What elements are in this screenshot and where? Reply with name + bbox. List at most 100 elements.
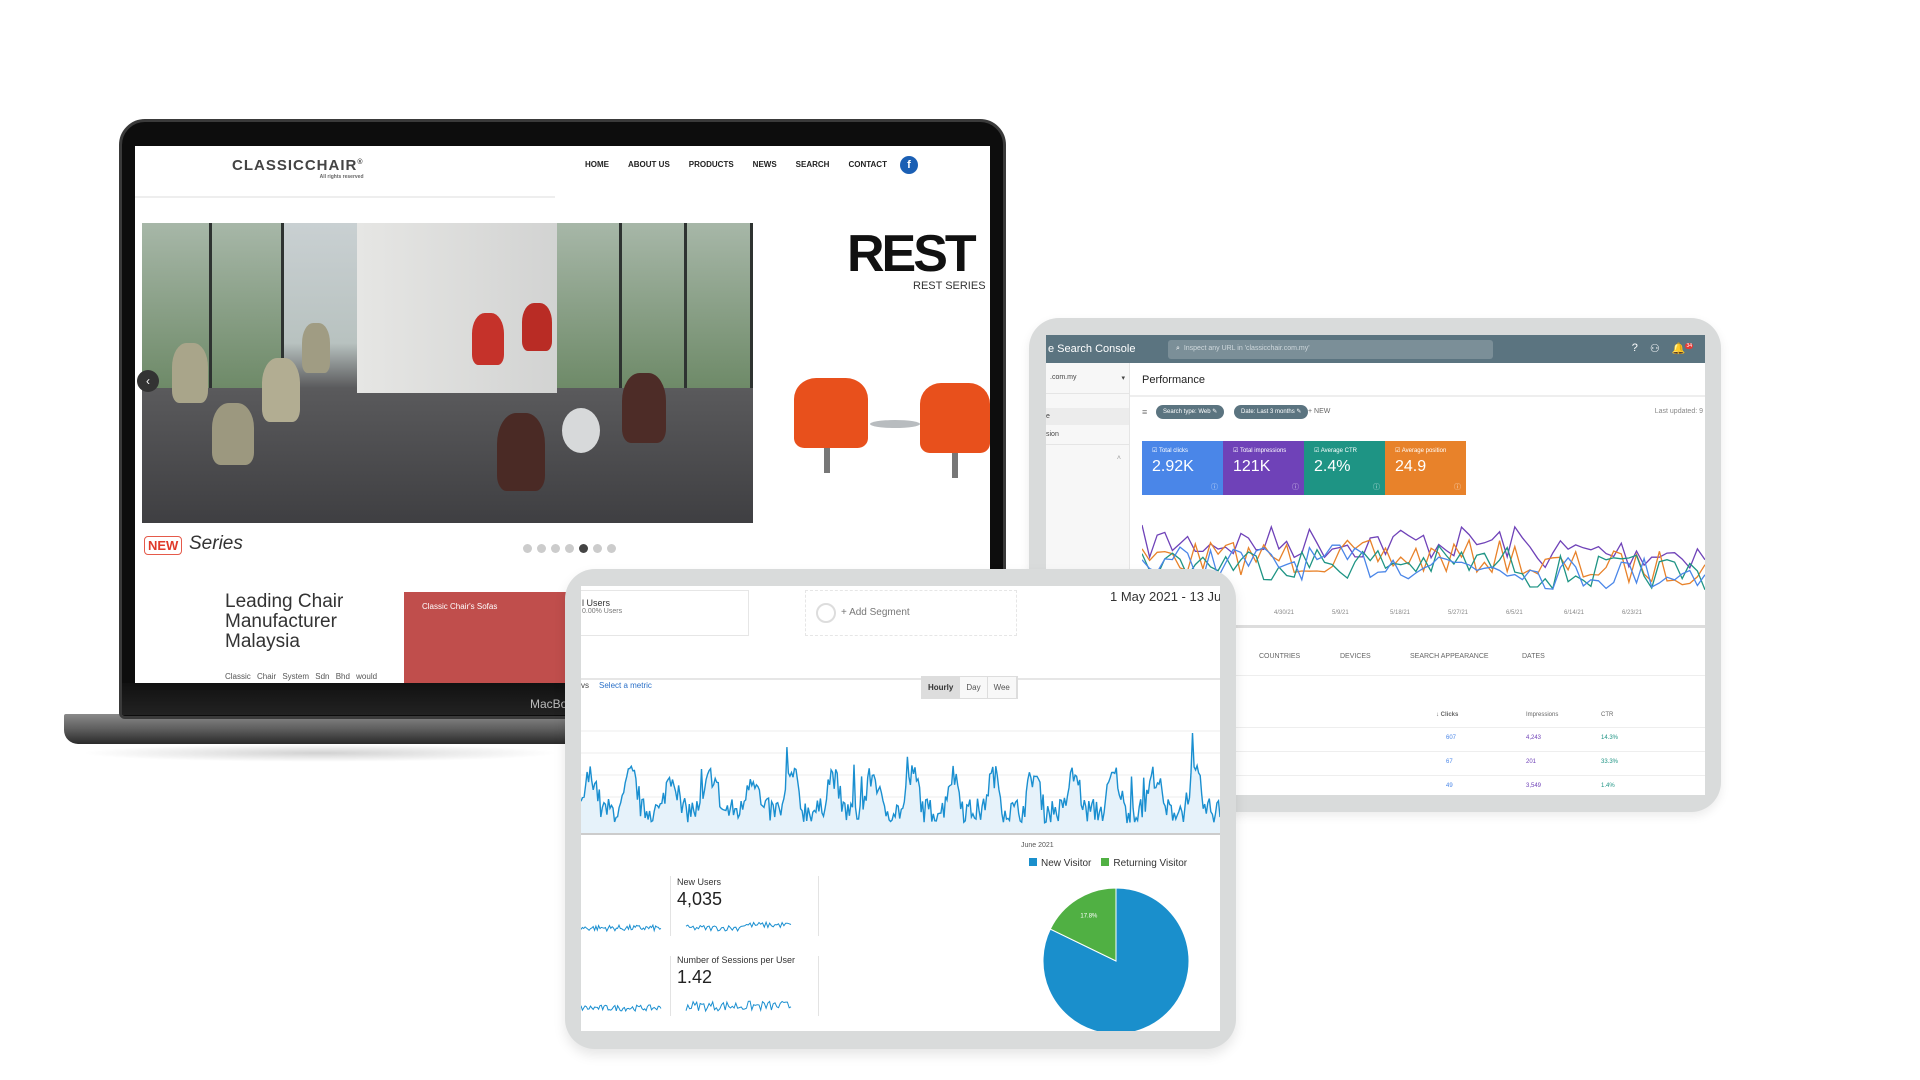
legend-new-visitor: New Visitor [1029,858,1091,869]
promo-label: Classic Chair's Sofas [422,602,498,611]
slider-dot[interactable] [579,544,588,553]
filter-icon[interactable]: ≡ [1142,407,1147,417]
metric-value: 24.9 [1395,458,1427,475]
x-tick-label: 4/30/21 [1274,610,1295,616]
help-icon: ⓘ [1454,484,1461,491]
nav-home[interactable]: HOME [585,160,609,169]
slider-dot[interactable] [565,544,574,553]
nav-products[interactable]: PRODUCTS [689,160,734,169]
row-clicks: 67 [1446,759,1453,765]
vs-label: vs [581,681,589,690]
day-button[interactable]: Day [960,677,988,698]
date-range-picker[interactable]: 1 May 2021 - 13 Jun [1110,589,1220,604]
x-axis-label: June 2021 [1021,842,1054,849]
col-clicks[interactable]: ↓ Clicks [1436,712,1458,718]
sofas-promo[interactable]: Classic Chair's Sofas [404,592,566,683]
gsc-topbar: e Search Console ⌕ Inspect any URL in 'c… [1046,335,1705,363]
search-icon: ⌕ [1176,345,1182,352]
gsc-title: e Search Console [1048,343,1136,355]
filter-chip-date[interactable]: Date: Last 3 months ✎ [1234,405,1309,419]
metric-card[interactable]: ☑ Total clicks 2.92K ⓘ [1142,441,1223,495]
x-tick-label: 5/9/21 [1332,610,1349,616]
col-ctr[interactable]: CTR [1601,712,1613,718]
slider-dots[interactable] [523,544,616,553]
property-selector[interactable]: .com.my ▾ [1046,363,1129,394]
row-ctr: 33.3% [1601,759,1619,765]
headline: Leading Chair Manufacturer Malaysia [225,591,344,652]
row-impressions: 3,549 [1526,783,1542,789]
hero-slide-image [142,223,753,523]
slider-dot[interactable] [593,544,602,553]
slider-dot[interactable] [551,544,560,553]
x-tick-label: 5/18/21 [1390,610,1411,616]
row-clicks: 49 [1446,783,1453,789]
segment-name: l Users [582,598,611,608]
pie-slice-label: 17.8% [1080,914,1098,920]
row-ctr: 1.4% [1601,783,1615,789]
chevron-up-icon[interactable]: ˄ [1046,445,1129,472]
property-name: .com.my [1050,374,1077,381]
legend-returning-visitor: Returning Visitor [1101,858,1187,869]
hero-subtitle: REST SERIES [913,280,986,292]
tab-countries[interactable]: COUNTRIES [1259,653,1300,660]
segment-all-users[interactable]: l Users 0.00% Users [581,590,749,636]
sparkline [685,1000,792,1013]
header-divider [135,196,555,198]
x-tick-label: 6/14/21 [1564,610,1585,616]
chevron-down-icon: ▾ [1121,375,1125,382]
hourly-users-line-chart [581,730,1220,835]
device-label: MacBo [530,697,568,711]
metric-value: 2.92K [1152,458,1194,475]
slider-dot[interactable] [537,544,546,553]
hero-title: REST [847,225,977,283]
nav-contact[interactable]: CONTACT [848,160,887,169]
analytics-screen: l Users 0.00% Users + Add Segment 1 May … [581,586,1220,1031]
url-inspect-input[interactable]: ⌕ Inspect any URL in 'classicchair.com.m… [1168,340,1493,359]
users-icon[interactable]: ⚇ [1650,342,1660,355]
nav-about[interactable]: ABOUT US [628,160,670,169]
facebook-icon[interactable]: f [900,156,918,174]
intro-text: Classic Chair System Sdn Bhd would [225,672,378,681]
metric-card[interactable]: ☑ Total impressions 121K ⓘ [1223,441,1304,495]
help-icon[interactable]: ? [1632,342,1638,355]
notification-bell-icon[interactable]: 🔔34 [1672,342,1693,355]
slider-prev-button[interactable]: ‹ [137,370,159,392]
metric-label: ☑ Total impressions [1233,448,1287,454]
sidebar-item[interactable]: sion [1046,425,1129,445]
row-clicks: 607 [1446,735,1457,741]
help-icon: ⓘ [1292,484,1299,491]
nav-news[interactable]: NEWS [753,160,777,169]
sparkline [685,920,792,932]
visitor-pie-chart: 82.2%17.8% [1042,887,1190,1031]
slider-dot[interactable] [607,544,616,553]
tab-dates[interactable]: DATES [1522,653,1545,660]
nav-search[interactable]: SEARCH [796,160,830,169]
metric-card[interactable]: ☑ Average CTR 2.4% ⓘ [1304,441,1385,495]
x-tick-label: 6/23/21 [1622,610,1643,616]
add-segment-label: + Add Segment [841,607,910,618]
col-impressions[interactable]: Impressions [1526,712,1558,718]
new-filter-button[interactable]: + NEW [1308,408,1330,415]
hourly-button[interactable]: Hourly [922,677,961,698]
metric-card[interactable]: ☑ Average position 24.9 ⓘ [1385,441,1466,495]
site-logo[interactable]: CLASSICCHAIR® All rights reserved [232,157,364,180]
tab-devices[interactable]: DEVICES [1340,653,1371,660]
granularity-toggle: Hourly Day Wee [921,676,1018,699]
row-impressions: 4,243 [1526,735,1542,741]
row-ctr: 14.3% [1601,735,1619,741]
line-area [581,733,1220,833]
slider-dot[interactable] [523,544,532,553]
sparkline [581,1004,662,1013]
filter-chip-search-type[interactable]: Search type: Web ✎ [1156,405,1225,419]
circle-icon [816,603,836,623]
metric-label: ☑ Average CTR [1314,448,1357,454]
sidebar-item[interactable]: e [1046,408,1129,425]
x-tick-label: 6/5/21 [1506,610,1523,616]
metric-label: ☑ Total clicks [1152,448,1188,454]
kpi-sparklines [581,920,792,1013]
logo-text: CLASSICCHAIR [232,157,358,174]
add-segment-button[interactable]: + Add Segment [805,590,1017,636]
select-metric-link[interactable]: Select a metric [599,681,652,690]
week-button[interactable]: Wee [987,677,1017,698]
tab-search-appearance[interactable]: SEARCH APPEARANCE [1410,653,1489,660]
